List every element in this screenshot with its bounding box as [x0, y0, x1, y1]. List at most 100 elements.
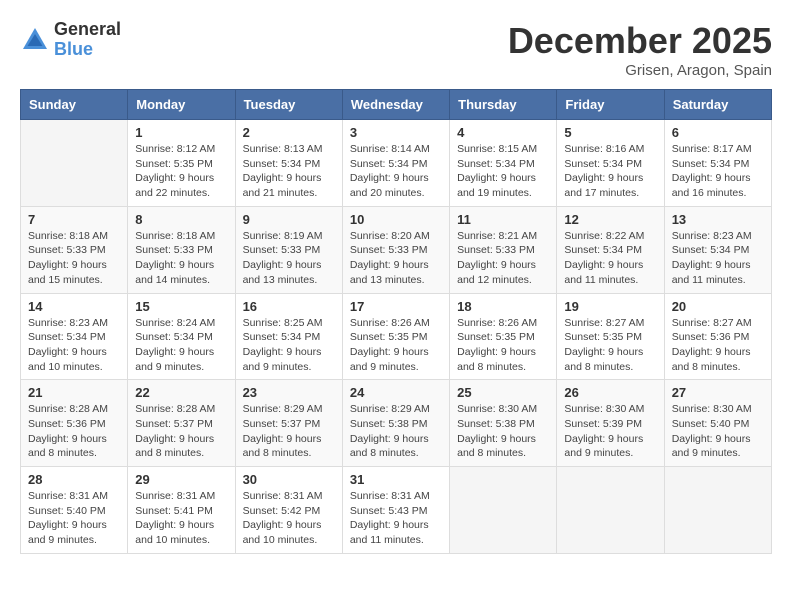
- calendar-cell: 25 Sunrise: 8:30 AMSunset: 5:38 PMDayligh…: [450, 380, 557, 467]
- day-number: 29: [135, 472, 227, 487]
- day-number: 22: [135, 385, 227, 400]
- day-number: 7: [28, 212, 120, 227]
- day-number: 28: [28, 472, 120, 487]
- day-number: 24: [350, 385, 442, 400]
- day-number: 19: [564, 299, 656, 314]
- calendar-cell: 16Sunrise: 8:25 AMSunset: 5:34 PMDayligh…: [235, 293, 342, 380]
- day-info: Sunrise: 8:16 AMSunset: 5:34 PMDaylight:…: [564, 142, 656, 201]
- calendar-cell: 23Sunrise: 8:29 AMSunset: 5:37 PMDayligh…: [235, 380, 342, 467]
- calendar-cell: 1 Sunrise: 8:12 AMSunset: 5:35 PMDaylight…: [128, 120, 235, 207]
- calendar-header-row: SundayMondayTuesdayWednesdayThursdayFrid…: [21, 90, 772, 120]
- calendar-cell: 15 Sunrise: 8:24 AMSunset: 5:34 PMDayligh…: [128, 293, 235, 380]
- calendar-cell: 27 Sunrise: 8:30 AMSunset: 5:40 PMDayligh…: [664, 380, 771, 467]
- day-info: Sunrise: 8:25 AMSunset: 5:34 PMDaylight:…: [243, 316, 335, 375]
- calendar-cell: 2Sunrise: 8:13 AMSunset: 5:34 PMDaylight…: [235, 120, 342, 207]
- calendar-cell: [664, 467, 771, 554]
- day-number: 26: [564, 385, 656, 400]
- day-info: Sunrise: 8:29 AMSunset: 5:38 PMDaylight:…: [350, 402, 442, 461]
- day-info: Sunrise: 8:27 AMSunset: 5:35 PMDaylight:…: [564, 316, 656, 375]
- day-info: Sunrise: 8:30 AMSunset: 5:38 PMDaylight:…: [457, 402, 549, 461]
- calendar-cell: 26 Sunrise: 8:30 AMSunset: 5:39 PMDayligh…: [557, 380, 664, 467]
- calendar-week-4: 21 Sunrise: 8:28 AMSunset: 5:36 PMDayligh…: [21, 380, 772, 467]
- day-number: 5: [564, 125, 656, 140]
- calendar-cell: 4 Sunrise: 8:15 AMSunset: 5:34 PMDaylight…: [450, 120, 557, 207]
- calendar-cell: 18Sunrise: 8:26 AMSunset: 5:35 PMDayligh…: [450, 293, 557, 380]
- day-info: Sunrise: 8:23 AMSunset: 5:34 PMDaylight:…: [28, 316, 120, 375]
- calendar-cell: 13 Sunrise: 8:23 AMSunset: 5:34 PMDayligh…: [664, 206, 771, 293]
- day-info: Sunrise: 8:30 AMSunset: 5:39 PMDaylight:…: [564, 402, 656, 461]
- calendar-cell: 22 Sunrise: 8:28 AMSunset: 5:37 PMDayligh…: [128, 380, 235, 467]
- location: Grisen, Aragon, Spain: [508, 62, 772, 79]
- day-number: 6: [672, 125, 764, 140]
- day-info: Sunrise: 8:31 AMSunset: 5:42 PMDaylight:…: [243, 489, 335, 548]
- day-info: Sunrise: 8:31 AMSunset: 5:40 PMDaylight:…: [28, 489, 120, 548]
- day-info: Sunrise: 8:12 AMSunset: 5:35 PMDaylight:…: [135, 142, 227, 201]
- day-number: 15: [135, 299, 227, 314]
- day-number: 31: [350, 472, 442, 487]
- day-header-saturday: Saturday: [664, 90, 771, 120]
- day-info: Sunrise: 8:18 AMSunset: 5:33 PMDaylight:…: [135, 229, 227, 288]
- calendar-week-5: 28 Sunrise: 8:31 AMSunset: 5:40 PMDayligh…: [21, 467, 772, 554]
- calendar-cell: 3Sunrise: 8:14 AMSunset: 5:34 PMDaylight…: [342, 120, 449, 207]
- day-number: 13: [672, 212, 764, 227]
- day-number: 30: [243, 472, 335, 487]
- calendar-week-3: 14 Sunrise: 8:23 AMSunset: 5:34 PMDayligh…: [21, 293, 772, 380]
- day-info: Sunrise: 8:23 AMSunset: 5:34 PMDaylight:…: [672, 229, 764, 288]
- calendar-cell: 6 Sunrise: 8:17 AMSunset: 5:34 PMDaylight…: [664, 120, 771, 207]
- calendar-cell: 7 Sunrise: 8:18 AMSunset: 5:33 PMDaylight…: [21, 206, 128, 293]
- calendar-cell: 21 Sunrise: 8:28 AMSunset: 5:36 PMDayligh…: [21, 380, 128, 467]
- day-info: Sunrise: 8:15 AMSunset: 5:34 PMDaylight:…: [457, 142, 549, 201]
- calendar-cell: 8 Sunrise: 8:18 AMSunset: 5:33 PMDaylight…: [128, 206, 235, 293]
- calendar-cell: 30 Sunrise: 8:31 AMSunset: 5:42 PMDayligh…: [235, 467, 342, 554]
- day-info: Sunrise: 8:19 AMSunset: 5:33 PMDaylight:…: [243, 229, 335, 288]
- day-number: 21: [28, 385, 120, 400]
- day-number: 25: [457, 385, 549, 400]
- day-number: 3: [350, 125, 442, 140]
- day-info: Sunrise: 8:28 AMSunset: 5:37 PMDaylight:…: [135, 402, 227, 461]
- page-header: General Blue December 2025 Grisen, Arago…: [20, 20, 772, 79]
- month-title: December 2025: [508, 20, 772, 62]
- day-number: 9: [243, 212, 335, 227]
- calendar-cell: 5 Sunrise: 8:16 AMSunset: 5:34 PMDaylight…: [557, 120, 664, 207]
- day-info: Sunrise: 8:30 AMSunset: 5:40 PMDaylight:…: [672, 402, 764, 461]
- day-info: Sunrise: 8:21 AMSunset: 5:33 PMDaylight:…: [457, 229, 549, 288]
- day-info: Sunrise: 8:18 AMSunset: 5:33 PMDaylight:…: [28, 229, 120, 288]
- day-info: Sunrise: 8:17 AMSunset: 5:34 PMDaylight:…: [672, 142, 764, 201]
- calendar-week-2: 7 Sunrise: 8:18 AMSunset: 5:33 PMDaylight…: [21, 206, 772, 293]
- title-section: December 2025 Grisen, Aragon, Spain: [508, 20, 772, 79]
- calendar-cell: 20Sunrise: 8:27 AMSunset: 5:36 PMDayligh…: [664, 293, 771, 380]
- day-header-tuesday: Tuesday: [235, 90, 342, 120]
- day-number: 8: [135, 212, 227, 227]
- calendar-cell: [450, 467, 557, 554]
- day-number: 10: [350, 212, 442, 227]
- day-header-wednesday: Wednesday: [342, 90, 449, 120]
- day-info: Sunrise: 8:24 AMSunset: 5:34 PMDaylight:…: [135, 316, 227, 375]
- calendar-cell: 31Sunrise: 8:31 AMSunset: 5:43 PMDayligh…: [342, 467, 449, 554]
- day-header-sunday: Sunday: [21, 90, 128, 120]
- day-header-thursday: Thursday: [450, 90, 557, 120]
- logo-blue: Blue: [54, 40, 121, 60]
- day-info: Sunrise: 8:28 AMSunset: 5:36 PMDaylight:…: [28, 402, 120, 461]
- logo-icon: [20, 25, 50, 55]
- day-number: 4: [457, 125, 549, 140]
- day-number: 11: [457, 212, 549, 227]
- day-number: 20: [672, 299, 764, 314]
- calendar-cell: 10Sunrise: 8:20 AMSunset: 5:33 PMDayligh…: [342, 206, 449, 293]
- logo: General Blue: [20, 20, 121, 60]
- day-number: 14: [28, 299, 120, 314]
- day-number: 1: [135, 125, 227, 140]
- calendar-cell: [557, 467, 664, 554]
- day-info: Sunrise: 8:31 AMSunset: 5:41 PMDaylight:…: [135, 489, 227, 548]
- calendar-cell: 11 Sunrise: 8:21 AMSunset: 5:33 PMDayligh…: [450, 206, 557, 293]
- day-info: Sunrise: 8:26 AMSunset: 5:35 PMDaylight:…: [350, 316, 442, 375]
- calendar-cell: 12Sunrise: 8:22 AMSunset: 5:34 PMDayligh…: [557, 206, 664, 293]
- day-number: 27: [672, 385, 764, 400]
- day-info: Sunrise: 8:26 AMSunset: 5:35 PMDaylight:…: [457, 316, 549, 375]
- day-number: 2: [243, 125, 335, 140]
- calendar-week-1: 1 Sunrise: 8:12 AMSunset: 5:35 PMDaylight…: [21, 120, 772, 207]
- calendar-cell: 29 Sunrise: 8:31 AMSunset: 5:41 PMDayligh…: [128, 467, 235, 554]
- day-header-monday: Monday: [128, 90, 235, 120]
- day-info: Sunrise: 8:22 AMSunset: 5:34 PMDaylight:…: [564, 229, 656, 288]
- logo-text: General Blue: [54, 20, 121, 60]
- calendar-cell: 28 Sunrise: 8:31 AMSunset: 5:40 PMDayligh…: [21, 467, 128, 554]
